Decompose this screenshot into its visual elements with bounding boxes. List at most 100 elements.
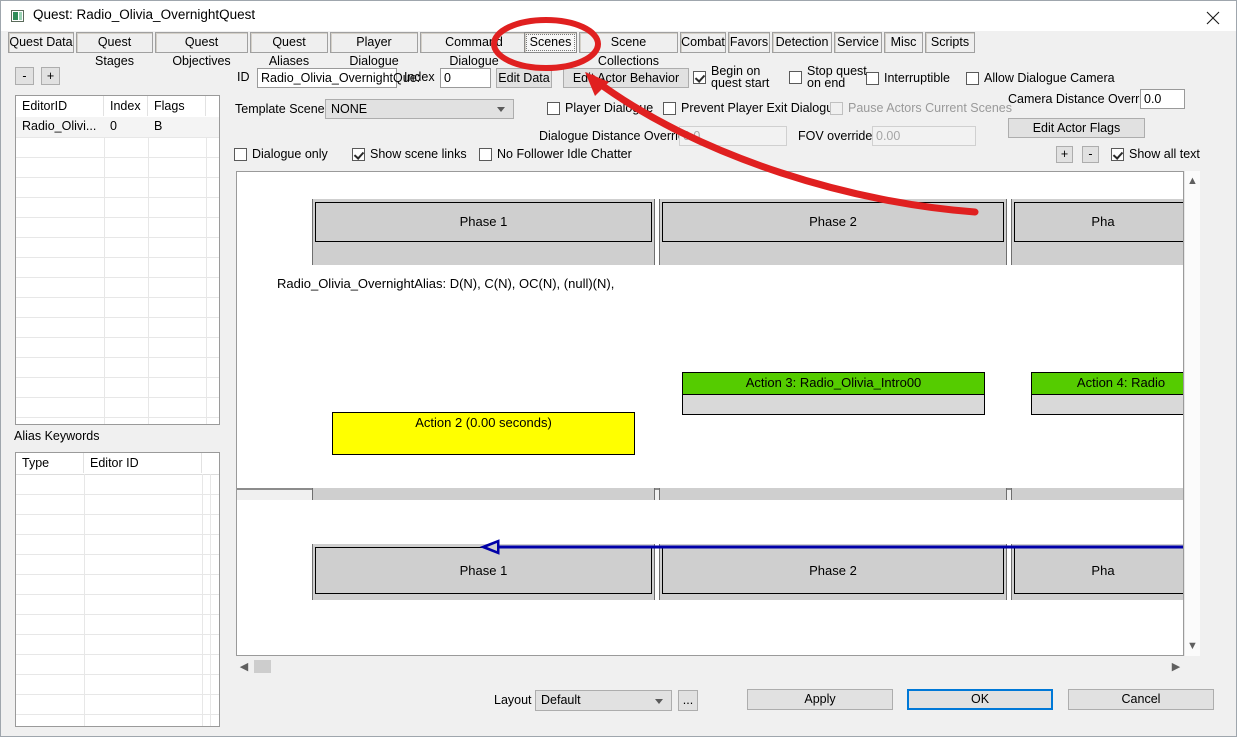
checkbox-label: Dialogue only (252, 147, 328, 161)
canvas-horizontal-scrollbar[interactable]: ◀ ▶ (236, 658, 1184, 675)
tab-favors[interactable]: Favors (728, 32, 770, 53)
scroll-left-icon[interactable]: ◀ (238, 660, 250, 673)
quest-scene-editor-window: Quest: Radio_Olivia_OvernightQuest Quest… (0, 0, 1237, 737)
checkbox-label: Prevent Player Exit Dialogue (681, 101, 841, 115)
tab-misc[interactable]: Misc (884, 32, 923, 53)
scene-id-input[interactable]: Radio_Olivia_OvernightQue: (257, 68, 420, 88)
phase-band-bottom-3 (1011, 488, 1183, 500)
window-title: Quest: Radio_Olivia_OvernightQuest (33, 7, 256, 22)
dialogue-distance-override-input[interactable]: 0.0 (679, 126, 787, 146)
column-type[interactable]: Type (16, 453, 84, 473)
checkbox-label: No Follower Idle Chatter (497, 147, 632, 161)
checkbox-label: Pause Actors Current Scenes (848, 101, 1012, 115)
apply-button[interactable]: Apply (747, 689, 893, 710)
tab-combat[interactable]: Combat (680, 32, 726, 53)
phase-footer-1[interactable]: Phase 1 (315, 547, 652, 594)
tab-scene-collections[interactable]: Scene Collections (579, 32, 678, 68)
checkbox-box (789, 71, 802, 84)
camera-distance-override-label: Camera Distance Override (1008, 92, 1156, 106)
phase-band-bottom-1 (312, 488, 655, 500)
checkbox-label: Begin on quest start (711, 64, 770, 90)
edit-actor-behavior-button[interactable]: Edit Actor Behavior (563, 68, 689, 88)
checkbox-label: Stop quest on end (807, 64, 867, 90)
checkbox-box (547, 102, 560, 115)
edit-data-button[interactable]: Edit Data (496, 68, 552, 88)
phase-footer-3[interactable]: Pha (1014, 547, 1183, 594)
phase-header-3[interactable]: Pha (1014, 202, 1183, 242)
checkbox-label: Player Dialogue (565, 101, 654, 115)
zoom-in-button[interactable]: + (1056, 146, 1073, 163)
remove-scene-button[interactable]: - (15, 67, 34, 85)
tab-quest-stages[interactable]: Quest Stages (76, 32, 153, 68)
checkbox-box (352, 148, 365, 161)
column-index[interactable]: Index (104, 96, 148, 116)
title-bar: Quest: Radio_Olivia_OvernightQuest (1, 1, 1236, 31)
cancel-button[interactable]: Cancel (1068, 689, 1214, 710)
layout-more-button[interactable]: ... (678, 690, 698, 711)
canvas-vertical-scrollbar[interactable]: ▲ ▼ (1184, 171, 1200, 656)
checkbox-box (479, 148, 492, 161)
cell-index: 0 (110, 119, 117, 133)
phase-header-1[interactable]: Phase 1 (315, 202, 652, 242)
tab-quest-data[interactable]: Quest Data (8, 32, 74, 53)
template-scene-value: NONE (331, 102, 368, 116)
tab-quest-aliases[interactable]: Quest Aliases (250, 32, 328, 68)
chevron-down-icon (497, 107, 505, 112)
tab-scenes[interactable]: Scenes (524, 32, 577, 53)
scroll-right-icon[interactable]: ▶ (1170, 660, 1182, 673)
layout-select[interactable]: Default (535, 690, 672, 711)
quest-window-icon (11, 10, 24, 22)
checkbox-box (866, 72, 879, 85)
layout-label: Layout (494, 693, 532, 707)
cell-editorid: Radio_Olivi... (22, 119, 97, 133)
tab-detection[interactable]: Detection (772, 32, 832, 53)
checkbox-box (693, 71, 706, 84)
add-scene-button[interactable]: + (41, 67, 60, 85)
table-row[interactable]: Radio_Olivi... 0 B (16, 117, 219, 137)
fov-override-label: FOV override (798, 129, 873, 143)
column-flags[interactable]: Flags (148, 96, 206, 116)
scroll-thumb[interactable] (254, 660, 271, 673)
scene-list[interactable]: EditorID Index Flags Radio_Olivi... 0 B (15, 95, 220, 425)
tab-quest-objectives[interactable]: Quest Objectives (155, 32, 248, 68)
action-label: Action 3: Radio_Olivia_Intro00 (683, 373, 984, 395)
tab-service[interactable]: Service (834, 32, 882, 53)
alias-list-header: Type Editor ID (16, 453, 219, 475)
index-input[interactable]: 0 (440, 68, 491, 88)
column-editor-id[interactable]: Editor ID (84, 453, 202, 473)
checkbox-label: Show all text (1129, 147, 1200, 161)
checkbox-label: Allow Dialogue Camera (984, 71, 1115, 85)
column-editorid[interactable]: EditorID (16, 96, 104, 116)
edit-actor-flags-button[interactable]: Edit Actor Flags (1008, 118, 1145, 138)
tab-player-dialogue[interactable]: Player Dialogue (330, 32, 418, 68)
checkbox-box (830, 102, 843, 115)
checkbox-box (966, 72, 979, 85)
phase-header-2[interactable]: Phase 2 (662, 202, 1004, 242)
action-label: Action 4: Radio (1032, 373, 1183, 395)
scroll-down-icon[interactable]: ▼ (1185, 640, 1200, 652)
phase-footer-2[interactable]: Phase 2 (662, 547, 1004, 594)
id-label: ID (237, 70, 250, 84)
checkbox-box (663, 102, 676, 115)
camera-distance-override-input[interactable]: 0.0 (1140, 89, 1185, 109)
ok-button[interactable]: OK (907, 689, 1053, 710)
close-button[interactable] (1190, 2, 1235, 31)
action-box-4[interactable]: Action 4: Radio (1031, 372, 1183, 415)
alias-keywords-label: Alias Keywords (14, 429, 100, 443)
alias-keyword-list[interactable]: Type Editor ID (15, 452, 220, 727)
tab-scripts[interactable]: Scripts (925, 32, 975, 53)
fov-override-input[interactable]: 0.00 (872, 126, 976, 146)
phase-band-bottom-2 (659, 488, 1007, 500)
action-box-2[interactable]: Action 2 (0.00 seconds) (332, 412, 635, 455)
scene-list-header: EditorID Index Flags (16, 96, 219, 118)
index-label: Index (404, 70, 435, 84)
template-scene-select[interactable]: NONE (325, 99, 514, 119)
scene-timeline-canvas[interactable]: Phase 1 Phase 2 Pha Radio_Olivia_Overnig… (236, 171, 1184, 656)
zoom-out-button[interactable]: - (1082, 146, 1099, 163)
alias-summary-text: Radio_Olivia_OvernightAlias: D(N), C(N),… (277, 276, 615, 291)
action-box-3[interactable]: Action 3: Radio_Olivia_Intro00 (682, 372, 985, 415)
layout-value: Default (541, 693, 581, 707)
tab-command-dialogue[interactable]: Command Dialogue (420, 32, 528, 68)
checkbox-box (1111, 148, 1124, 161)
scroll-up-icon[interactable]: ▲ (1185, 175, 1200, 187)
